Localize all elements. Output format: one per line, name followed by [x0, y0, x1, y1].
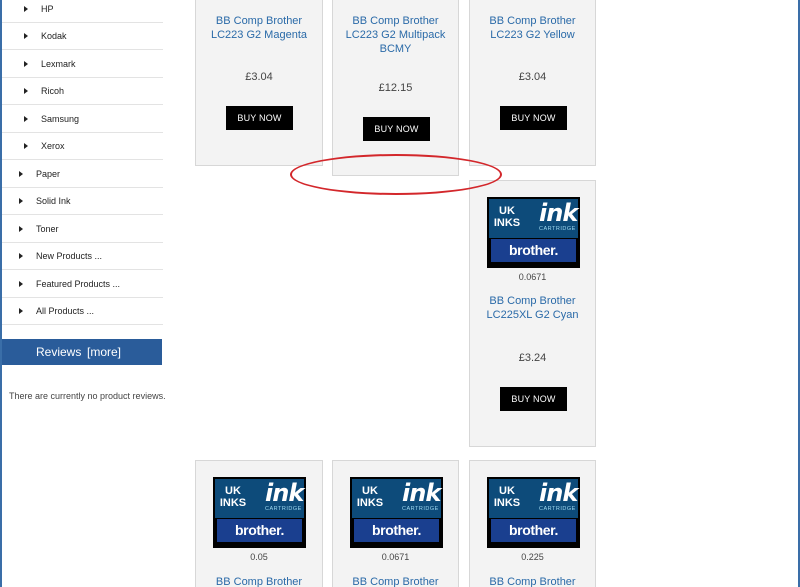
category-item-featured-products[interactable]: Featured Products ...	[2, 271, 163, 298]
caret-right-icon	[24, 33, 28, 39]
category-label: Ricoh	[41, 86, 65, 96]
product-card: BB Comp Brother LC223 G2 Yellow £3.04 BU…	[469, 0, 596, 166]
category-item-hp[interactable]: HP	[2, 0, 163, 23]
category-label: All Products ...	[36, 306, 95, 316]
product-card: UK INKS ink CARTRIDGE brother. 0.0671 BB …	[469, 180, 596, 447]
product-stock-value: 0.05	[250, 552, 268, 562]
caret-right-icon	[19, 226, 23, 232]
caret-right-icon	[24, 88, 28, 94]
category-item-ricoh[interactable]: Ricoh	[2, 78, 163, 105]
buy-now-button[interactable]: BUY NOW	[226, 106, 293, 130]
product-image[interactable]: UK INKS ink CARTRIDGE brother.	[350, 477, 443, 548]
product-image[interactable]: UK INKS ink CARTRIDGE brother.	[487, 197, 580, 268]
product-stock-value: 0.225	[521, 552, 544, 562]
category-item-xerox[interactable]: Xerox	[2, 133, 163, 160]
buy-now-button[interactable]: BUY NOW	[500, 387, 567, 411]
product-price: £3.24	[518, 352, 547, 364]
caret-right-icon	[19, 171, 23, 177]
buy-now-button[interactable]: BUY NOW	[363, 117, 430, 141]
product-price: £3.04	[518, 71, 547, 83]
caret-right-icon	[19, 198, 23, 204]
category-item-samsung[interactable]: Samsung	[2, 106, 163, 133]
product-card: UK INKS ink CARTRIDGE brother. 0.05 BB Co…	[195, 460, 323, 587]
category-label: Kodak	[41, 31, 67, 41]
product-stock-value: 0.0671	[518, 272, 547, 282]
category-sidebar: HP Kodak Lexmark Ricoh Samsung Xerox Pap…	[2, 0, 163, 587]
category-item-new-products[interactable]: New Products ...	[2, 243, 163, 270]
category-item-solid-ink[interactable]: Solid Ink	[2, 188, 163, 215]
product-price: £12.15	[378, 82, 413, 94]
product-card: UK INKS ink CARTRIDGE brother. 0.0671 BB …	[332, 460, 459, 587]
product-stock-value: 0.0671	[381, 552, 410, 562]
product-card: UK INKS ink CARTRIDGE brother. 0.225 BB C…	[469, 460, 596, 587]
reviews-box-header: Reviews [more]	[2, 339, 162, 365]
reviews-more-link[interactable]: [more]	[87, 345, 121, 359]
product-name-link[interactable]: BB Comp Brother LC223 G2 Magenta	[196, 14, 322, 42]
caret-right-icon	[19, 253, 23, 259]
caret-right-icon	[24, 61, 28, 67]
caret-right-icon	[24, 6, 28, 12]
category-item-paper[interactable]: Paper	[2, 161, 163, 188]
product-image[interactable]: UK INKS ink CARTRIDGE brother.	[487, 477, 580, 548]
category-label: Xerox	[41, 141, 65, 151]
category-label: New Products ...	[36, 251, 103, 261]
category-item-toner[interactable]: Toner	[2, 216, 163, 243]
category-label: Featured Products ...	[36, 279, 121, 289]
product-image[interactable]: UK INKS ink CARTRIDGE brother.	[213, 477, 306, 548]
product-card: BB Comp Brother LC223 G2 Multipack BCMY …	[332, 0, 459, 176]
reviews-empty-message: There are currently no product reviews.	[9, 391, 166, 401]
buy-now-button[interactable]: BUY NOW	[500, 106, 567, 130]
product-name-link[interactable]: BB Comp Brother LC223 G2 Multipack BCMY	[333, 14, 458, 56]
caret-right-icon	[19, 281, 23, 287]
category-label: Samsung	[41, 114, 80, 124]
category-label: Lexmark	[41, 59, 76, 69]
category-item-all-products[interactable]: All Products ...	[2, 298, 163, 325]
category-item-lexmark[interactable]: Lexmark	[2, 51, 163, 78]
product-name-link[interactable]: BB Comp Brother	[196, 575, 322, 587]
product-card: BB Comp Brother LC223 G2 Magenta £3.04 B…	[195, 0, 323, 166]
category-label: Paper	[36, 169, 61, 179]
category-item-kodak[interactable]: Kodak	[2, 23, 163, 50]
category-label: Toner	[36, 224, 59, 234]
caret-right-icon	[24, 116, 28, 122]
reviews-title: Reviews	[36, 345, 82, 359]
product-name-link[interactable]: BB Comp Brother	[470, 575, 595, 587]
category-label: Solid Ink	[36, 196, 71, 206]
category-label: HP	[41, 4, 54, 14]
caret-right-icon	[19, 308, 23, 314]
product-name-link[interactable]: BB Comp Brother LC223 G2 Yellow	[470, 14, 595, 42]
product-name-link[interactable]: BB Comp Brother LC225XL G2 Cyan	[470, 294, 595, 322]
caret-right-icon	[24, 143, 28, 149]
product-price: £3.04	[245, 71, 273, 83]
product-name-link[interactable]: BB Comp Brother	[333, 575, 458, 587]
highlight-ellipse-annotation	[290, 154, 502, 195]
